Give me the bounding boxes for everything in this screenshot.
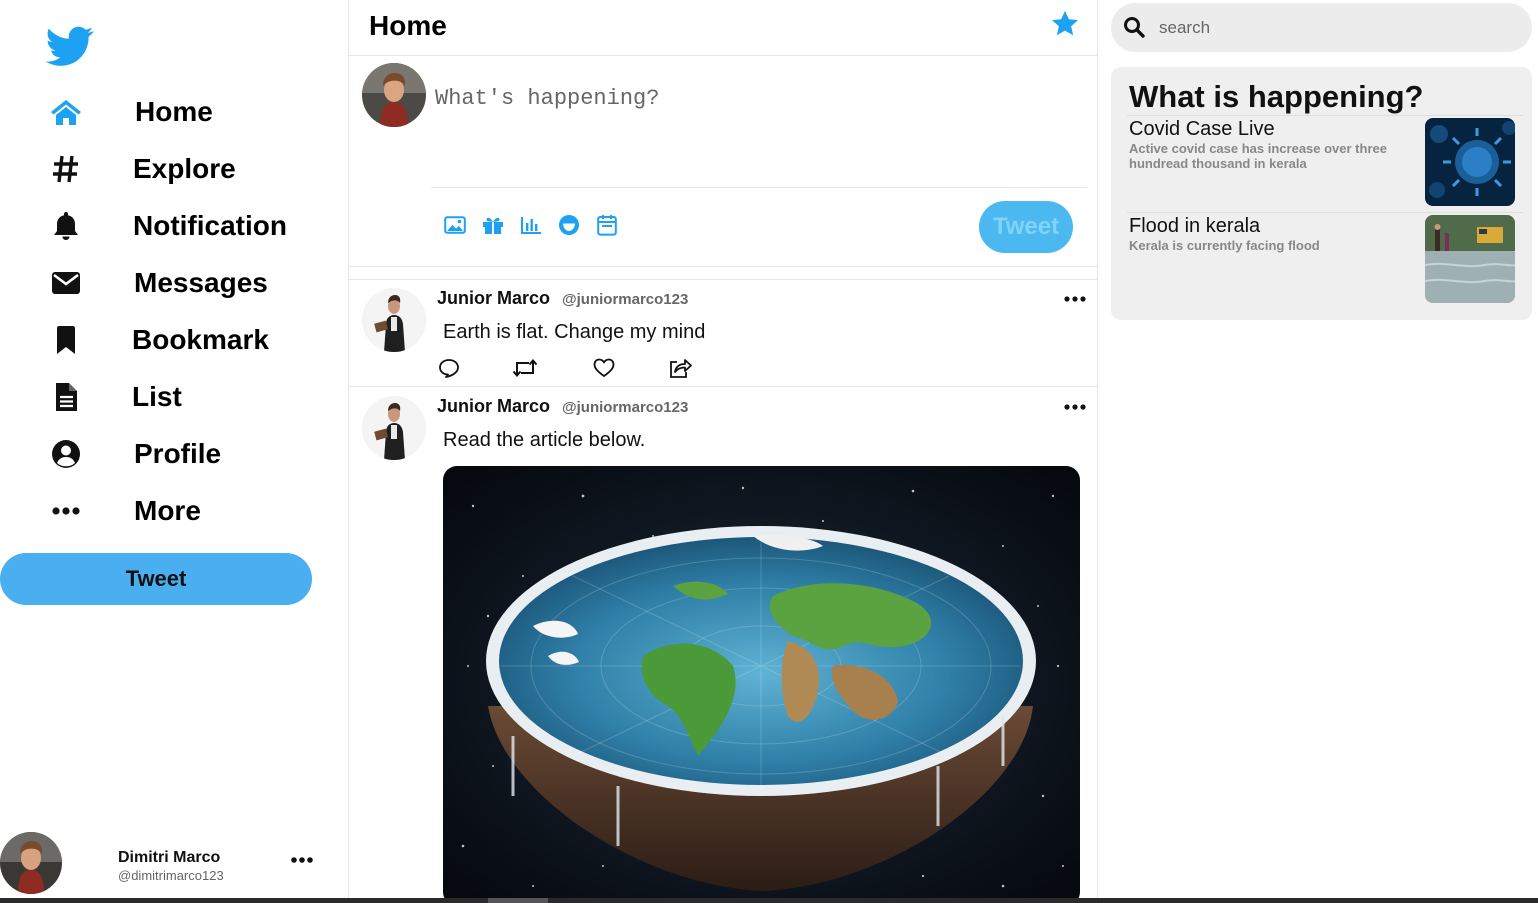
emoji-icon[interactable] <box>557 213 581 237</box>
app-root: Home Explore Notification Messages Bookm… <box>0 0 1538 903</box>
retweet-icon[interactable] <box>512 357 538 379</box>
poll-icon[interactable] <box>519 213 543 237</box>
account-handle: @dimitrimarco123 <box>118 868 224 883</box>
tweet-author-name[interactable]: Junior Marco <box>437 396 550 417</box>
trend-headline: Covid Case Live <box>1129 118 1275 140</box>
tweet-author-handle[interactable]: @juniormarco123 <box>562 291 688 308</box>
tweet-text: Earth is flat. Change my mind <box>443 321 706 343</box>
sidebar-item-messages[interactable]: Messages <box>0 259 330 307</box>
more-dots-icon[interactable] <box>1063 292 1087 306</box>
horizontal-scrollbar[interactable] <box>0 898 1538 903</box>
sidebar-item-label: Bookmark <box>132 324 269 355</box>
schedule-icon[interactable] <box>595 213 619 237</box>
sidebar-item-label: Home <box>135 96 213 127</box>
sidebar-item-label: List <box>132 381 182 412</box>
home-icon <box>50 96 82 128</box>
more-dots-icon <box>50 495 82 527</box>
tweet-composer: Tweet <box>349 56 1097 267</box>
trend-description: Active covid case has increase over thre… <box>1129 141 1387 171</box>
tweet-author-name[interactable]: Junior Marco <box>437 288 550 309</box>
avatar <box>362 63 426 127</box>
trend-image-flood <box>1425 215 1515 303</box>
trend-item[interactable]: Covid Case Live Active covid case has in… <box>1127 115 1523 211</box>
tweet-text: Read the article below. <box>443 429 646 451</box>
trends-panel: What is happening? Covid Case Live Activ… <box>1111 67 1532 320</box>
share-icon[interactable] <box>667 357 693 379</box>
search-input[interactable] <box>1159 15 1509 41</box>
compose-input[interactable] <box>435 78 995 118</box>
sidebar-tweet-button[interactable]: Tweet <box>0 553 312 605</box>
search-bar[interactable] <box>1111 3 1532 52</box>
trends-title: What is happening? <box>1129 79 1424 114</box>
avatar <box>362 396 426 460</box>
right-column: What is happening? Covid Case Live Activ… <box>1098 0 1538 903</box>
trend-image-virus <box>1425 118 1515 206</box>
tweet[interactable]: Junior Marco @juniormarco123 Earth is fl… <box>349 280 1097 387</box>
scrollbar-thumb[interactable] <box>488 898 548 903</box>
more-dots-icon[interactable] <box>1063 400 1087 414</box>
sidebar-item-label: Profile <box>134 438 222 469</box>
compose-tweet-button[interactable]: Tweet <box>979 201 1073 253</box>
sidebar-item-more[interactable]: More <box>0 487 330 535</box>
more-dots-icon[interactable] <box>290 852 314 868</box>
tweet-image-flat-earth[interactable] <box>443 466 1080 903</box>
gif-icon[interactable] <box>481 213 505 237</box>
twitter-logo-icon[interactable] <box>42 22 98 70</box>
avatar <box>0 832 62 894</box>
sidebar-item-label: Explore <box>133 153 236 184</box>
trend-description: Kerala is currently facing flood <box>1129 238 1320 253</box>
image-icon[interactable] <box>443 213 467 237</box>
sidebar-item-label: Notification <box>133 210 287 241</box>
feed-header: Home <box>349 0 1097 56</box>
avatar <box>362 288 426 352</box>
reply-icon[interactable] <box>436 357 462 379</box>
sidebar-item-profile[interactable]: Profile <box>0 430 330 478</box>
star-icon[interactable] <box>1049 9 1081 39</box>
trend-headline: Flood in kerala <box>1129 215 1261 237</box>
sidebar: Home Explore Notification Messages Bookm… <box>0 0 348 903</box>
sidebar-item-label: Messages <box>134 267 268 298</box>
tweet-author-handle[interactable]: @juniormarco123 <box>562 399 688 416</box>
sidebar-item-list[interactable]: List <box>0 373 330 421</box>
bell-icon <box>50 210 82 242</box>
sidebar-item-label: More <box>134 495 201 526</box>
sidebar-item-home[interactable]: Home <box>0 88 330 136</box>
tweet[interactable]: Junior Marco @juniormarco123 Read the ar… <box>349 388 1097 903</box>
account-name: Dimitri Marco <box>118 849 221 866</box>
sidebar-item-bookmark[interactable]: Bookmark <box>0 316 330 364</box>
account-switcher[interactable]: Dimitri Marco @dimitrimarco123 <box>0 830 340 896</box>
hashtag-icon <box>50 153 82 185</box>
trend-item[interactable]: Flood in kerala Kerala is currently faci… <box>1127 212 1523 308</box>
page-title: Home <box>369 10 447 41</box>
feed: Home What's happening? Tweet Junior Marc… <box>348 0 1098 903</box>
like-icon[interactable] <box>591 357 617 379</box>
envelope-icon <box>50 267 82 299</box>
user-circle-icon <box>50 438 82 470</box>
list-document-icon <box>50 381 82 413</box>
feed-separator <box>349 267 1097 280</box>
composer-divider <box>431 187 1087 188</box>
bookmark-icon <box>50 324 82 356</box>
sidebar-item-notification[interactable]: Notification <box>0 202 330 250</box>
sidebar-item-explore[interactable]: Explore <box>0 145 330 193</box>
search-icon <box>1124 17 1145 38</box>
